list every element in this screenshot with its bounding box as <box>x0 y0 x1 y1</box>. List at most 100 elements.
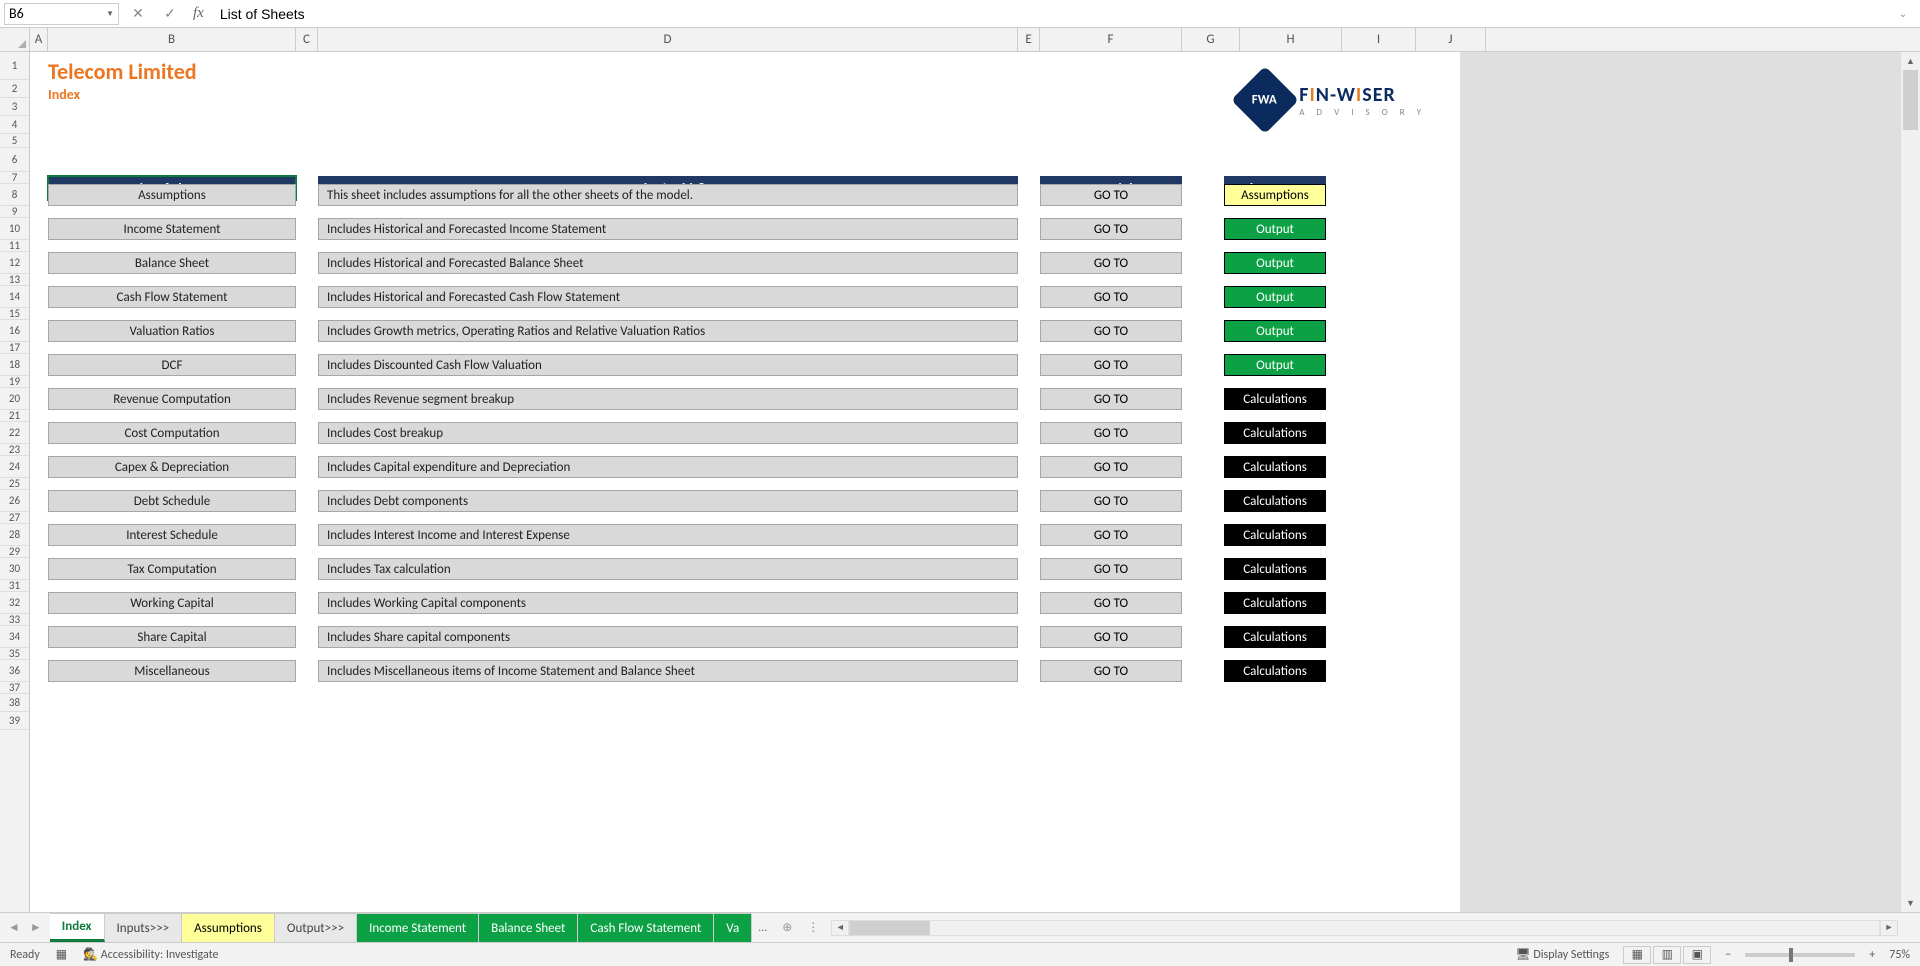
zoom-slider[interactable] <box>1745 953 1855 957</box>
vscroll-thumb[interactable] <box>1903 70 1918 130</box>
sheet-tab[interactable]: Index <box>50 913 105 942</box>
normal-view-icon[interactable]: ▦ <box>1623 946 1651 964</box>
row-header-19[interactable]: 19 <box>0 376 29 388</box>
sheet-tab[interactable]: Cash Flow Statement <box>578 913 714 942</box>
scroll-up-icon[interactable]: ▲ <box>1901 52 1920 70</box>
sheet-tab[interactable]: Income Statement <box>357 913 479 942</box>
goto-link[interactable]: GO TO <box>1040 388 1182 410</box>
zoom-out-icon[interactable]: − <box>1725 948 1731 962</box>
sheet-name-button[interactable]: Miscellaneous <box>48 660 296 682</box>
row-header-22[interactable]: 22 <box>0 422 29 444</box>
row-header-13[interactable]: 13 <box>0 274 29 286</box>
row-header-23[interactable]: 23 <box>0 444 29 456</box>
sheet-name-button[interactable]: Assumptions <box>48 184 296 206</box>
goto-link[interactable]: GO TO <box>1040 456 1182 478</box>
hscroll-thumb[interactable] <box>850 921 930 935</box>
row-header-10[interactable]: 10 <box>0 218 29 240</box>
enter-icon[interactable]: ✓ <box>157 3 183 25</box>
sheet-name-button[interactable]: DCF <box>48 354 296 376</box>
col-header-F[interactable]: F <box>1040 28 1182 51</box>
goto-link[interactable]: GO TO <box>1040 592 1182 614</box>
row-header-36[interactable]: 36 <box>0 660 29 682</box>
goto-link[interactable]: GO TO <box>1040 286 1182 308</box>
goto-link[interactable]: GO TO <box>1040 490 1182 512</box>
macro-icon[interactable]: ▦ <box>56 947 67 962</box>
row-header-6[interactable]: 6 <box>0 148 29 172</box>
hscroll-right-icon[interactable]: ► <box>1880 920 1898 936</box>
row-header-2[interactable]: 2 <box>0 80 29 98</box>
col-header-J[interactable]: J <box>1416 28 1486 51</box>
col-header-I[interactable]: I <box>1342 28 1416 51</box>
row-header-21[interactable]: 21 <box>0 410 29 422</box>
sheet-tab[interactable]: Va <box>714 913 752 942</box>
row-header-5[interactable]: 5 <box>0 134 29 148</box>
sheet-tab[interactable]: Inputs>>> <box>105 913 183 942</box>
row-header-30[interactable]: 30 <box>0 558 29 580</box>
name-box-dropdown-icon[interactable]: ▼ <box>106 9 114 19</box>
row-header-4[interactable]: 4 <box>0 116 29 134</box>
row-header-25[interactable]: 25 <box>0 478 29 490</box>
col-header-D[interactable]: D <box>318 28 1018 51</box>
page-layout-view-icon[interactable]: ▥ <box>1653 946 1681 964</box>
sheet-name-button[interactable]: Cash Flow Statement <box>48 286 296 308</box>
horizontal-scrollbar[interactable]: ◄ ► <box>831 919 1898 937</box>
row-header-26[interactable]: 26 <box>0 490 29 512</box>
sheet-name-button[interactable]: Income Statement <box>48 218 296 240</box>
sheet-name-button[interactable]: Valuation Ratios <box>48 320 296 342</box>
row-header-38[interactable]: 38 <box>0 694 29 712</box>
row-header-28[interactable]: 28 <box>0 524 29 546</box>
col-header-B[interactable]: B <box>48 28 296 51</box>
fx-icon[interactable]: fx <box>189 5 208 22</box>
goto-link[interactable]: GO TO <box>1040 524 1182 546</box>
goto-link[interactable]: GO TO <box>1040 626 1182 648</box>
sheet-tab[interactable]: Output>>> <box>275 913 357 942</box>
tabs-ellipsis[interactable]: ... <box>752 921 773 935</box>
col-header-E[interactable]: E <box>1018 28 1040 51</box>
row-header-18[interactable]: 18 <box>0 354 29 376</box>
sheet-name-button[interactable]: Debt Schedule <box>48 490 296 512</box>
cancel-icon[interactable]: ✕ <box>125 3 151 25</box>
col-header-G[interactable]: G <box>1182 28 1240 51</box>
sheet-name-button[interactable]: Tax Computation <box>48 558 296 580</box>
add-sheet-icon[interactable]: ⊕ <box>773 920 801 935</box>
goto-link[interactable]: GO TO <box>1040 354 1182 376</box>
display-settings[interactable]: 🖥 Display Settings <box>1515 947 1609 962</box>
row-header-15[interactable]: 15 <box>0 308 29 320</box>
sheet-name-button[interactable]: Cost Computation <box>48 422 296 444</box>
tab-next-icon[interactable]: ► <box>30 920 42 935</box>
worksheet[interactable]: Telecom Limited Index FWA FIN-WISER A D … <box>30 52 1920 912</box>
sheet-name-button[interactable]: Share Capital <box>48 626 296 648</box>
zoom-level[interactable]: 75% <box>1889 948 1910 962</box>
goto-link[interactable]: GO TO <box>1040 252 1182 274</box>
goto-link[interactable]: GO TO <box>1040 184 1182 206</box>
goto-link[interactable]: GO TO <box>1040 320 1182 342</box>
row-header-3[interactable]: 3 <box>0 98 29 116</box>
row-header-20[interactable]: 20 <box>0 388 29 410</box>
row-header-11[interactable]: 11 <box>0 240 29 252</box>
row-header-32[interactable]: 32 <box>0 592 29 614</box>
row-header-33[interactable]: 33 <box>0 614 29 626</box>
formula-input[interactable] <box>214 3 1884 25</box>
formula-expand-icon[interactable]: ⌄ <box>1890 7 1916 20</box>
col-header-C[interactable]: C <box>296 28 318 51</box>
select-all-corner[interactable] <box>0 28 30 51</box>
page-break-view-icon[interactable]: ▣ <box>1683 946 1711 964</box>
sheet-tab[interactable]: Balance Sheet <box>479 913 578 942</box>
row-header-39[interactable]: 39 <box>0 712 29 730</box>
col-header-A[interactable]: A <box>30 28 48 51</box>
row-header-9[interactable]: 9 <box>0 206 29 218</box>
col-header-H[interactable]: H <box>1240 28 1342 51</box>
accessibility-status[interactable]: 🕵 Accessibility: Investigate <box>83 947 218 962</box>
goto-link[interactable]: GO TO <box>1040 422 1182 444</box>
hscroll-left-icon[interactable]: ◄ <box>831 920 849 936</box>
goto-link[interactable]: GO TO <box>1040 660 1182 682</box>
sheet-tab[interactable]: Assumptions <box>182 913 275 942</box>
goto-link[interactable]: GO TO <box>1040 218 1182 240</box>
sheet-name-button[interactable]: Capex & Depreciation <box>48 456 296 478</box>
tab-prev-icon[interactable]: ◄ <box>8 920 20 935</box>
sheet-name-button[interactable]: Working Capital <box>48 592 296 614</box>
row-header-29[interactable]: 29 <box>0 546 29 558</box>
row-header-35[interactable]: 35 <box>0 648 29 660</box>
row-header-7[interactable]: 7 <box>0 172 29 184</box>
row-header-31[interactable]: 31 <box>0 580 29 592</box>
